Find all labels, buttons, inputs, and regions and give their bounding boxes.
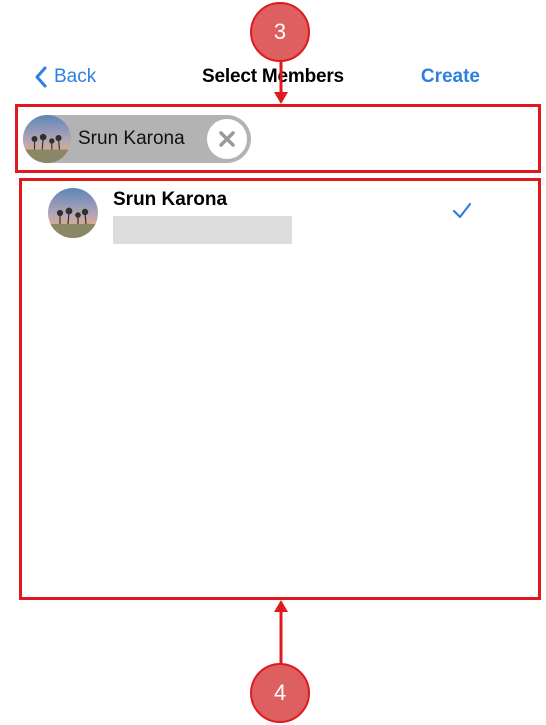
- create-button[interactable]: Create: [421, 62, 480, 92]
- annotation-marker-4: 4: [250, 663, 310, 723]
- selected-members-bar-highlight: [15, 104, 541, 173]
- annotation-arrow-up: [274, 600, 288, 664]
- annotation-marker-3: 3: [250, 2, 310, 62]
- annotation-arrow-down: [274, 60, 288, 104]
- member-list-highlight: [19, 178, 541, 600]
